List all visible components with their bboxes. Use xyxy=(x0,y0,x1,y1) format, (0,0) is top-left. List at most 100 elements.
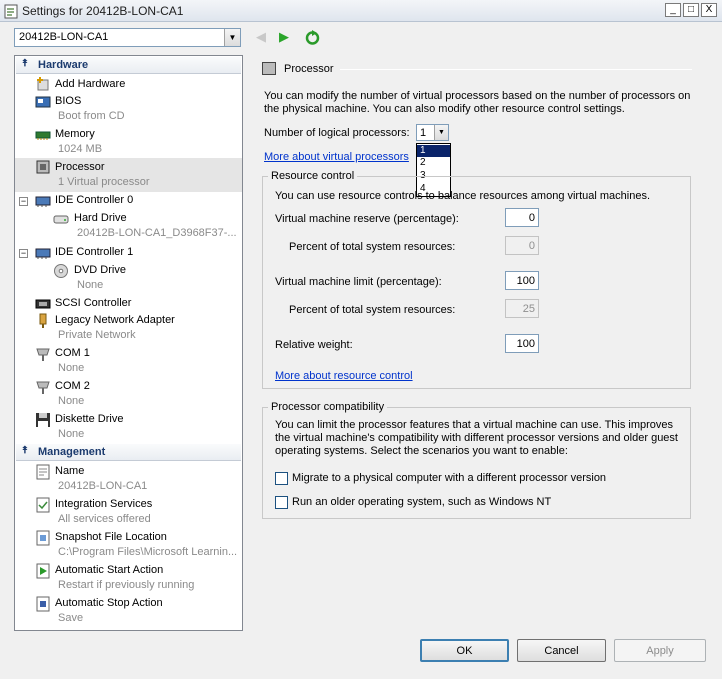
logical-processors-value: 1 xyxy=(420,127,427,139)
tree-item-label: Name xyxy=(55,465,85,477)
older-os-checkbox[interactable] xyxy=(275,496,288,509)
more-about-virtual-processors-link[interactable]: More about virtual processors xyxy=(264,151,409,163)
tree-item-detail: Save xyxy=(58,612,84,624)
tree-item-label: Processor xyxy=(55,161,105,173)
tree-item-detail: 20412B-LON-CA1_D3968F37-... xyxy=(77,227,237,239)
tree-item-detail: 20412B-LON-CA1 xyxy=(58,480,148,492)
ok-button[interactable]: OK xyxy=(420,639,509,662)
tree-item-label: COM 2 xyxy=(55,380,90,392)
tree-item-detail: Boot from CD xyxy=(58,110,125,122)
snapshot-location-icon xyxy=(36,530,50,546)
weight-label: Relative weight: xyxy=(275,339,353,351)
management-section-label: Management xyxy=(38,446,106,458)
minimize-button[interactable]: _ xyxy=(665,3,681,17)
panel-heading: Processor xyxy=(284,63,334,75)
tree-item-detail: 1024 MB xyxy=(58,143,103,155)
heading-divider xyxy=(340,69,692,70)
tree-item-hard-drive[interactable]: Hard Drive 20412B-LON-CA1_D3968F37-... xyxy=(15,210,242,244)
tree-item-automatic-start-action[interactable]: Automatic Start Action Restart if previo… xyxy=(15,562,242,596)
tree-item-ide-controller-1[interactable]: − IDE Controller 1 xyxy=(15,244,242,262)
compatibility-description-line-3: operating systems. Select the scenarios … xyxy=(275,445,568,457)
reserve-input[interactable]: 0 xyxy=(505,208,539,227)
tree-item-detail: 1 Virtual processor xyxy=(58,176,150,188)
tree-item-name[interactable]: Name 20412B-LON-CA1 xyxy=(15,463,242,497)
chevron-down-icon[interactable]: ▼ xyxy=(434,125,448,140)
collapse-icon[interactable]: ⯭ xyxy=(22,58,28,69)
tree-item-dvd-drive[interactable]: DVD Drive None xyxy=(15,262,242,296)
processor-description-line-2: the physical machine. You can also modif… xyxy=(264,103,625,115)
processor-icon xyxy=(36,160,50,174)
collapse-icon[interactable]: ⯭ xyxy=(22,445,28,456)
logical-processors-select[interactable]: 1 ▼ xyxy=(416,124,449,141)
tree-item-label: Hard Drive xyxy=(74,212,127,224)
start-action-icon xyxy=(36,563,50,579)
reserve-percent-label: Percent of total system resources: xyxy=(289,241,456,253)
tree-item-label: Integration Services xyxy=(55,498,153,510)
add-hardware-icon xyxy=(37,77,49,91)
tree-item-com-2[interactable]: COM 2 None xyxy=(15,378,242,412)
tree-item-detail: Restart if previously running xyxy=(58,579,195,591)
hardware-section-label: Hardware xyxy=(38,59,89,71)
scsi-controller-icon xyxy=(35,299,51,309)
integration-services-icon xyxy=(36,497,50,513)
dropdown-option[interactable]: 1 xyxy=(417,145,450,157)
name-icon xyxy=(36,464,50,480)
migrate-checkbox-label: Migrate to a physical computer with a di… xyxy=(292,472,607,484)
settings-window-icon xyxy=(4,4,18,19)
ide-controller-icon xyxy=(35,248,51,259)
cancel-button[interactable]: Cancel xyxy=(517,639,606,662)
tree-item-snapshot-file-location[interactable]: Snapshot File Location C:\Program Files\… xyxy=(15,529,242,563)
tree-item-integration-services[interactable]: Integration Services All services offere… xyxy=(15,496,242,530)
tree-item-diskette-drive[interactable]: Diskette Drive None xyxy=(15,411,242,445)
memory-icon xyxy=(35,131,51,140)
compatibility-description-line-2: the virtual machine's compatibility with… xyxy=(275,432,678,444)
resource-control-description: You can use resource controls to balance… xyxy=(275,190,651,202)
tree-item-detail: None xyxy=(58,395,85,407)
tree-item-automatic-stop-action[interactable]: Automatic Stop Action Save xyxy=(15,595,242,629)
tree-item-add-hardware[interactable]: Add Hardware xyxy=(15,76,242,94)
tree-item-detail: None xyxy=(77,279,104,291)
refresh-icon[interactable] xyxy=(304,29,321,46)
tree-item-processor[interactable]: Processor 1 Virtual processor xyxy=(15,158,242,192)
resource-control-title: Resource control xyxy=(268,170,358,182)
migrate-checkbox[interactable] xyxy=(275,472,288,485)
management-section-header[interactable]: ⯭ Management xyxy=(16,444,241,461)
logical-processors-label: Number of logical processors: xyxy=(264,127,410,139)
chevron-down-icon[interactable]: ▼ xyxy=(224,29,240,46)
tree-item-detail: None xyxy=(58,362,85,374)
stop-action-icon xyxy=(36,596,50,612)
back-arrow-icon[interactable]: ◀ xyxy=(252,29,270,45)
diskette-icon xyxy=(36,413,50,427)
vm-selector-value: 20412B-LON-CA1 xyxy=(19,31,109,43)
tree-item-detail: C:\Program Files\Microsoft Learnin... xyxy=(58,546,238,558)
processor-description-line-1: You can modify the number of virtual pro… xyxy=(264,90,691,102)
tree-item-bios[interactable]: BIOS Boot from CD xyxy=(15,93,242,127)
dropdown-option[interactable]: 2 xyxy=(417,157,450,169)
tree-item-label: Automatic Start Action xyxy=(55,564,164,576)
tree-item-detail: None xyxy=(58,428,85,440)
weight-input[interactable]: 100 xyxy=(505,334,539,353)
forward-arrow-icon[interactable]: ▶ xyxy=(275,29,293,45)
limit-input[interactable]: 100 xyxy=(505,271,539,290)
close-button[interactable]: X xyxy=(701,3,717,17)
more-about-resource-control-link[interactable]: More about resource control xyxy=(275,370,413,382)
tree-item-ide-controller-0[interactable]: − IDE Controller 0 xyxy=(15,192,242,210)
hardware-section-header[interactable]: ⯭ Hardware xyxy=(16,57,241,74)
tree-item-com-1[interactable]: COM 1 None xyxy=(15,345,242,379)
vm-selector[interactable]: 20412B-LON-CA1 ▼ xyxy=(14,28,241,47)
limit-percent-value: 25 xyxy=(505,299,539,318)
tree-item-legacy-network-adapter[interactable]: Legacy Network Adapter Private Network xyxy=(15,312,242,346)
tree-item-scsi-controller[interactable]: SCSI Controller xyxy=(15,295,242,313)
bios-icon xyxy=(35,96,51,108)
processor-icon xyxy=(262,62,276,75)
tree-item-label: Automatic Stop Action xyxy=(55,597,163,609)
processor-compatibility-title: Processor compatibility xyxy=(268,401,388,413)
apply-button[interactable]: Apply xyxy=(614,639,706,662)
tree-item-memory[interactable]: Memory 1024 MB xyxy=(15,126,242,160)
hard-drive-icon xyxy=(53,215,69,224)
ide-controller-icon xyxy=(35,196,51,207)
tree-item-label: Legacy Network Adapter xyxy=(55,314,175,326)
maximize-button[interactable]: □ xyxy=(683,3,699,17)
collapse-toggle-icon[interactable]: − xyxy=(19,197,28,206)
collapse-toggle-icon[interactable]: − xyxy=(19,249,28,258)
